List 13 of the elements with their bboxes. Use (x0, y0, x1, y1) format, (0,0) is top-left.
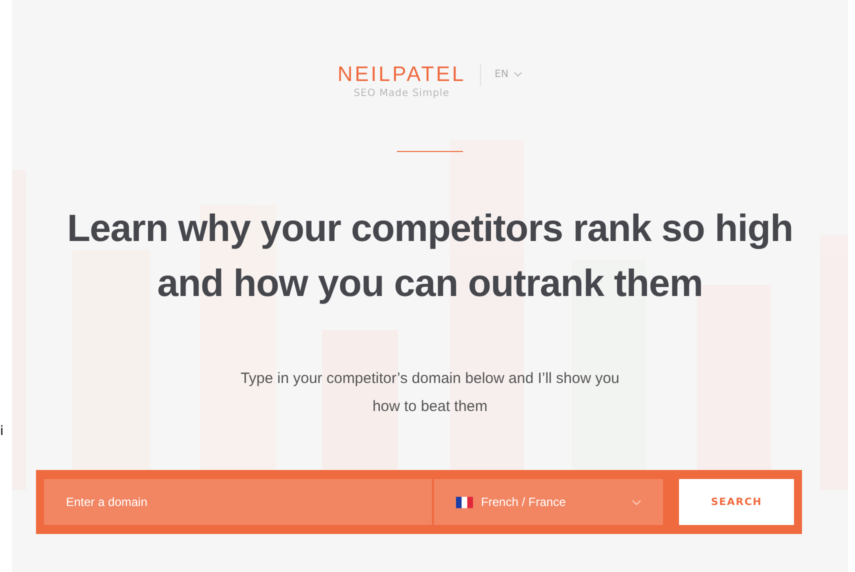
chevron-down-icon (514, 72, 522, 77)
logo[interactable]: NEILPATEL (338, 64, 466, 86)
tagline: SEO Made Simple (354, 88, 450, 99)
language-selector[interactable]: EN (494, 69, 522, 80)
language-label: EN (494, 69, 508, 80)
edge-text: i (0, 424, 4, 439)
domain-input-field[interactable]: Enter a domain (44, 479, 432, 525)
headline: Learn why your competitors rank so high and how you can outrank them (66, 207, 794, 307)
language-dropdown[interactable]: French / France (434, 479, 664, 525)
france-flag-icon (456, 496, 474, 508)
search-button[interactable]: SEARCH (679, 479, 794, 525)
chevron-down-icon (632, 500, 642, 504)
subtitle: Type in your competitor’s domain below and I’ll show you how to beat them (240, 369, 620, 417)
